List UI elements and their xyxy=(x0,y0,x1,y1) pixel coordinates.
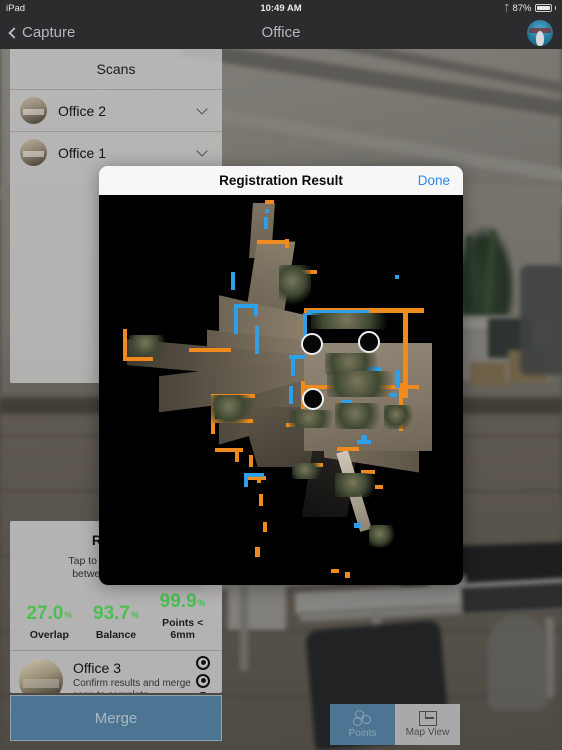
chevron-down-icon[interactable] xyxy=(196,102,208,115)
navigation-bar: Capture Office xyxy=(0,16,562,49)
stat-balance-value-group: 93.7 % xyxy=(83,603,150,626)
registration-result-modal: Registration Result Done xyxy=(99,166,463,585)
pending-scan-description-line-1: Confirm results and merge xyxy=(73,677,191,689)
stat-overlap: 27.0 % Overlap xyxy=(16,603,83,641)
merge-button[interactable]: Merge xyxy=(10,695,222,741)
stat-overlap-value: 27.0 xyxy=(26,603,64,624)
stat-balance: 93.7 % Balance xyxy=(83,603,150,641)
status-bar: iPad 10:49 AM ᛏ 87% xyxy=(0,0,562,16)
pending-scan-row-office-3[interactable]: Office 3 Confirm results and merge scan … xyxy=(10,650,222,693)
stat-points-under-6mm: 99.9 % Points < 6mm xyxy=(149,591,216,641)
stat-balance-value: 93.7 xyxy=(93,603,130,624)
scan-list-item-office-2[interactable]: Office 2 xyxy=(10,89,222,131)
point-cloud-viewport[interactable] xyxy=(99,195,463,585)
stat-points-value-group: 99.9 % xyxy=(149,591,216,614)
stat-overlap-value-group: 27.0 % xyxy=(16,603,83,626)
tab-map-view-label: Map View xyxy=(405,727,450,738)
tab-points-label: Points xyxy=(348,728,377,739)
scan-thumbnail xyxy=(20,97,47,124)
chevron-down-icon[interactable] xyxy=(196,144,208,157)
view-mode-tabs: Points Map View xyxy=(330,704,460,745)
scan-name-label: Office 2 xyxy=(58,102,106,119)
stat-balance-unit: % xyxy=(130,610,139,620)
pending-scan-description: Confirm results and merge scan to comple… xyxy=(73,678,196,694)
stat-overlap-unit: % xyxy=(64,610,73,620)
pending-scan-description-line-2: scan to complete xyxy=(73,690,196,694)
pending-scan-name: Office 3 xyxy=(73,659,121,676)
scan-thumbnail xyxy=(19,658,63,693)
scan-position-marker xyxy=(358,331,380,353)
target-icon[interactable] xyxy=(196,691,210,693)
status-clock: 10:49 AM xyxy=(260,2,302,14)
modal-done-button[interactable]: Done xyxy=(418,173,450,188)
points-icon xyxy=(352,710,374,727)
stat-overlap-label: Overlap xyxy=(29,629,69,641)
target-icon-group xyxy=(196,655,210,693)
scans-panel-title: Scans xyxy=(96,61,136,77)
user-avatar[interactable] xyxy=(527,19,553,46)
battery-percent-label: 87% xyxy=(512,2,532,14)
scan-position-marker xyxy=(301,333,323,355)
map-view-icon xyxy=(418,711,437,726)
target-icon[interactable] xyxy=(196,673,210,688)
tab-map-view[interactable]: Map View xyxy=(395,704,460,745)
modal-header: Registration Result Done xyxy=(99,166,463,195)
stat-balance-label: Balance xyxy=(95,629,137,641)
scan-thumbnail xyxy=(20,139,47,166)
bluetooth-icon: ᛏ xyxy=(504,2,510,13)
status-indicators: ᛏ 87% xyxy=(504,3,556,14)
registration-stats-row: 27.0 % Overlap 93.7 % Balance 99.9 % Poi… xyxy=(10,581,222,641)
scan-name-label: Office 1 xyxy=(58,144,106,161)
target-icon[interactable] xyxy=(196,655,210,670)
stat-points-label: Points < 6mm xyxy=(162,617,204,641)
battery-icon xyxy=(534,4,552,12)
battery-cap-icon xyxy=(554,6,556,10)
stat-points-unit: % xyxy=(197,598,206,608)
stat-points-value: 99.9 xyxy=(159,591,197,612)
tab-points[interactable]: Points xyxy=(330,704,395,745)
pending-scan-text: Office 3 Confirm results and merge scan … xyxy=(73,660,196,694)
scan-position-marker xyxy=(302,388,324,410)
modal-title: Registration Result xyxy=(219,173,343,188)
page-title: Office xyxy=(261,24,301,41)
